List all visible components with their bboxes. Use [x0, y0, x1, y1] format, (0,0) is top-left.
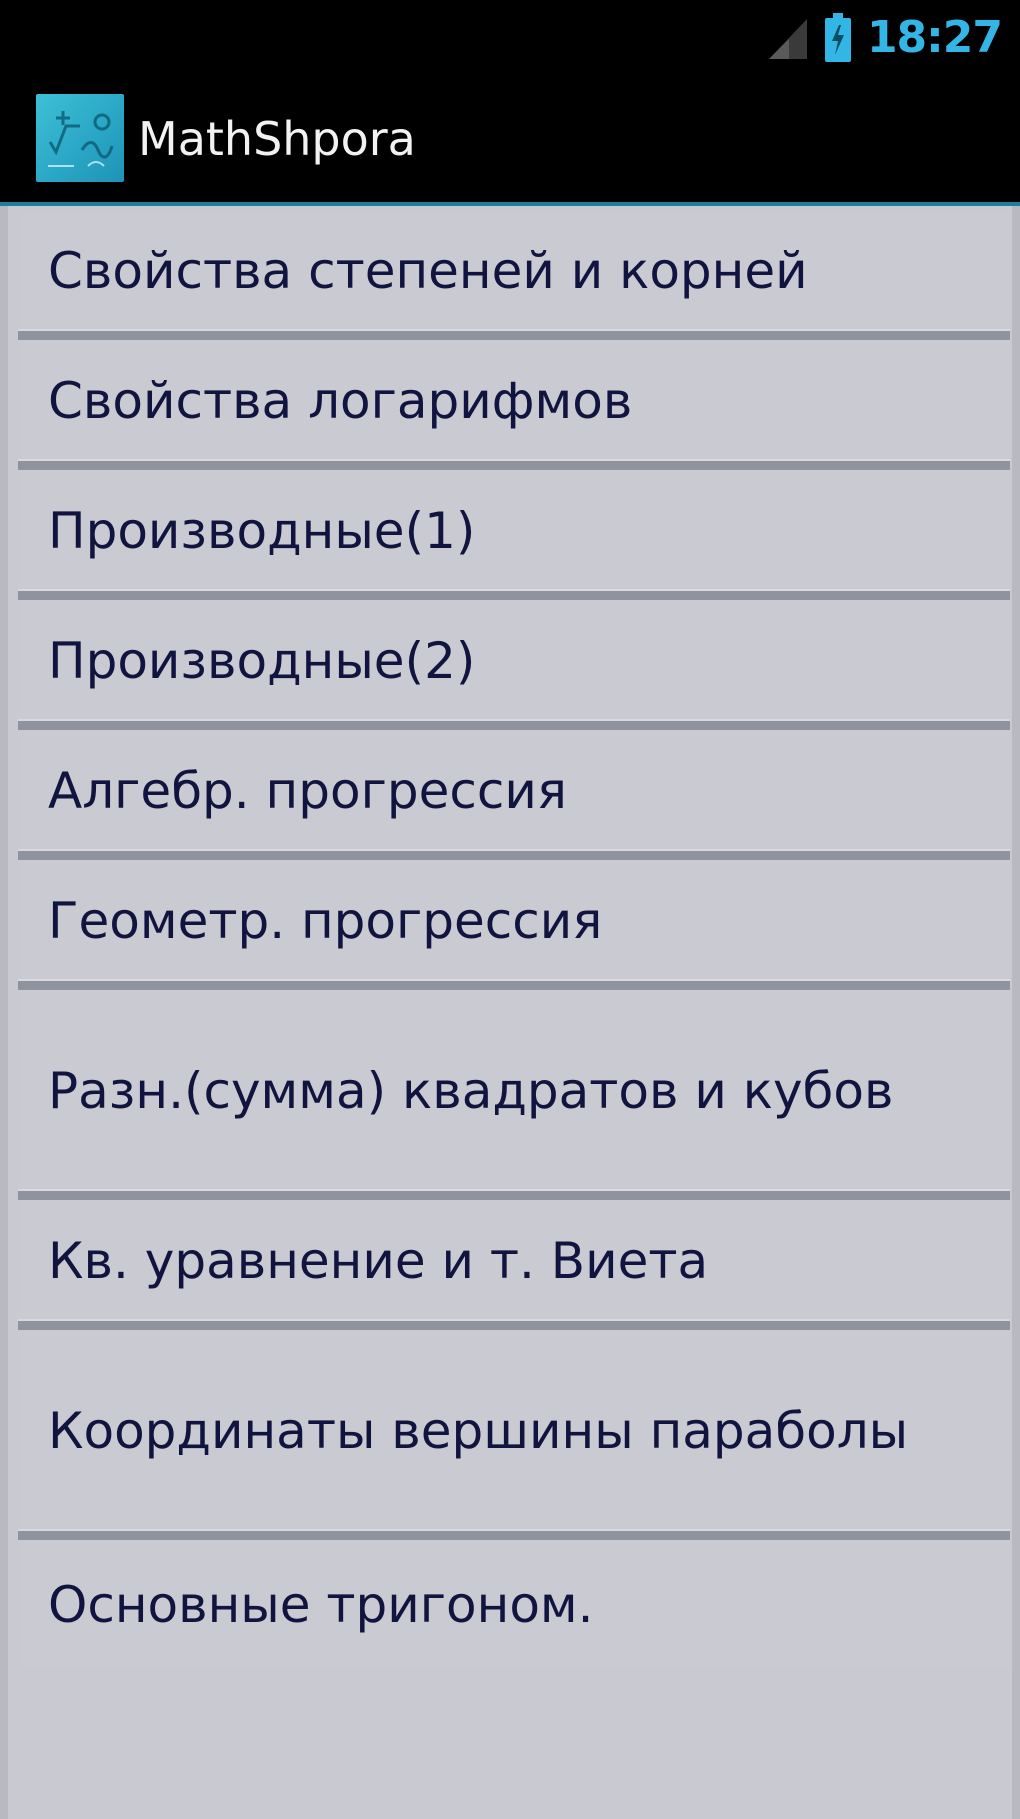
list-item-derivatives-2[interactable]: Производные(2) [18, 600, 1010, 730]
list-item-powers-roots[interactable]: Свойства степеней и корней [18, 210, 1010, 340]
list-item-squares-cubes[interactable]: Разн.(сумма) квадратов и кубов [18, 990, 1010, 1200]
list-item-label: Разн.(сумма) квадратов и кубов [48, 1061, 894, 1120]
list-item-arithmetic-progression[interactable]: Алгебр. прогрессия [18, 730, 1010, 860]
status-icons: 18:27 [767, 10, 1003, 66]
list-item-label: Производные(1) [48, 501, 476, 560]
action-bar: MathShpora [0, 76, 1020, 202]
list-item-logarithms[interactable]: Свойства логарифмов [18, 340, 1010, 470]
status-clock: 18:27 [866, 12, 1003, 63]
list-item-geometric-progression[interactable]: Геометр. прогрессия [18, 860, 1010, 990]
list-item-label: Производные(2) [48, 631, 476, 690]
list-item-derivatives-1[interactable]: Производные(1) [18, 470, 1010, 600]
list-item-quadratic-vieta[interactable]: Кв. уравнение и т. Виета [18, 1200, 1010, 1330]
battery-icon [823, 13, 853, 63]
list-item-trigonometry[interactable]: Основные тригоном. [18, 1540, 1010, 1670]
status-bar: 18:27 [0, 0, 1020, 76]
list-item-label: Алгебр. прогрессия [48, 761, 567, 820]
list-item-parabola-vertex[interactable]: Координаты вершины параболы [18, 1330, 1010, 1540]
list-item-label: Основные тригоном. [48, 1576, 594, 1634]
menu-list: Свойства степеней и корней Свойства лога… [18, 210, 1010, 1670]
list-item-label: Координаты вершины параболы [48, 1401, 909, 1460]
list-item-label: Свойства степеней и корней [48, 241, 808, 300]
content-area: Свойства степеней и корней Свойства лога… [0, 206, 1020, 1819]
app-title: MathShpora [138, 112, 416, 166]
app-icon[interactable] [36, 94, 124, 182]
list-item-label: Свойства логарифмов [48, 371, 633, 430]
signal-icon [767, 15, 809, 61]
list-item-label: Кв. уравнение и т. Виета [48, 1231, 709, 1290]
list-item-label: Геометр. прогрессия [48, 891, 603, 950]
